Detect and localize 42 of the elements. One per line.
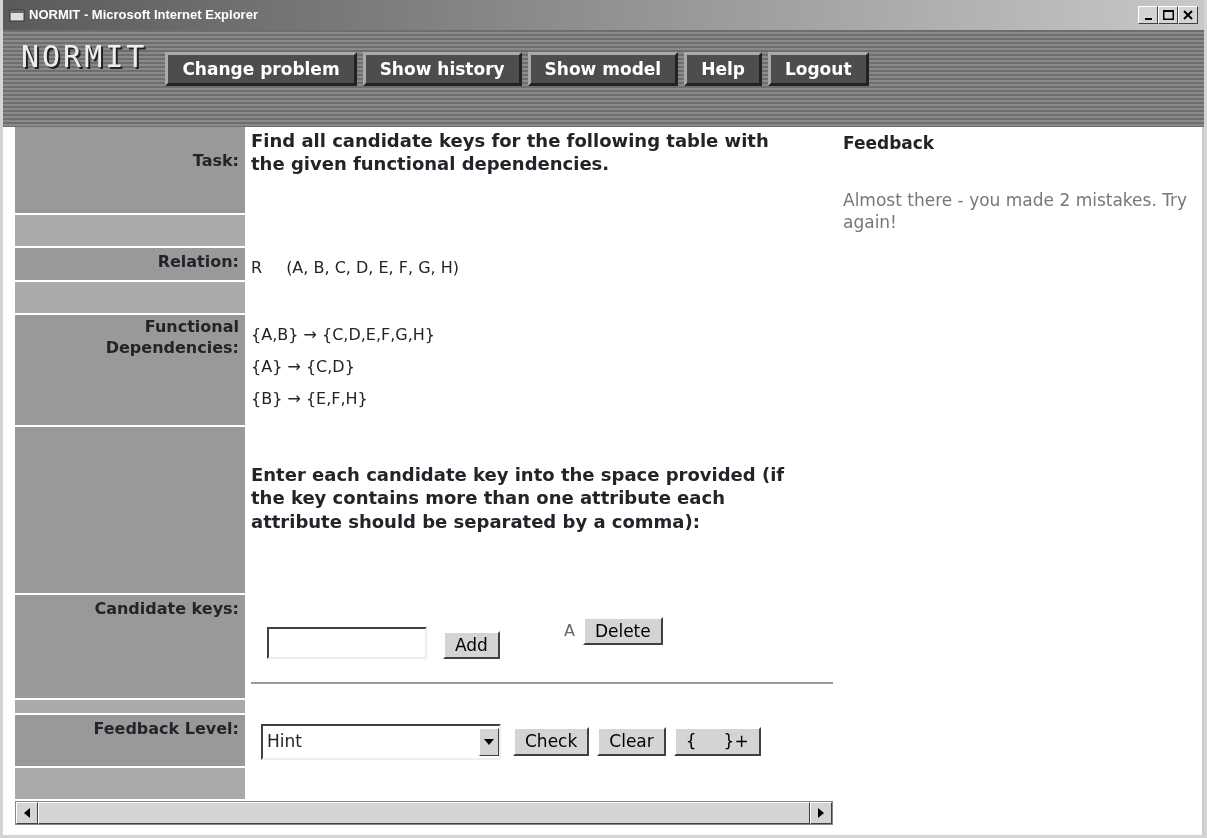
right-arrow-icon [818, 808, 824, 818]
action-button[interactable]: { }+ [673, 727, 761, 756]
maximize-button[interactable] [1158, 6, 1178, 24]
maximize-icon [1162, 10, 1174, 20]
select-field[interactable]: Hint [261, 723, 501, 760]
add-button[interactable]: Add [443, 630, 500, 659]
dropdown-icon [484, 738, 494, 745]
field-label: Functional Dependencies: [15, 315, 245, 427]
feedback-message: Almost there - you made 2 mistakes. Try again! [843, 188, 1189, 235]
task-text: Find all candidate keys for the following table with the given functional dependencies. [251, 129, 770, 176]
dependency-text: {B} → {E,F,H} [251, 388, 369, 410]
minimize-icon [1144, 18, 1152, 20]
nav-button[interactable]: Change problem [165, 52, 357, 87]
field-label: Candidate keys: [15, 595, 245, 700]
close-button[interactable] [1178, 6, 1198, 24]
dependency-text: {A} → {C,D} [251, 356, 356, 378]
field-label: Feedback Level: [15, 715, 245, 768]
action-button[interactable]: Clear [597, 727, 666, 756]
delete-button[interactable]: Delete [582, 617, 663, 646]
field-label: Task: [15, 127, 245, 215]
browser-icon [9, 7, 25, 23]
nav-button[interactable]: Logout [767, 52, 869, 87]
nav-button[interactable]: Help [684, 52, 762, 87]
relation-name: R [251, 257, 263, 279]
nav-button[interactable]: Show model [527, 52, 679, 87]
instruction-text: Enter each candidate key into the space provided (if the key contains more than one attribute each attribute should be separated by a comma): [251, 463, 786, 534]
dependency-text: {A,B} → {C,D,E,F,G,H} [251, 324, 436, 346]
field-label: Relation: [15, 248, 245, 282]
nav-button[interactable]: Show history [362, 52, 522, 87]
minimize-button[interactable] [1138, 6, 1158, 24]
input-field[interactable] [267, 627, 427, 659]
left-arrow-icon [24, 808, 30, 818]
close-icon [1183, 10, 1193, 20]
feedback-title: Feedback [843, 132, 936, 155]
scroll-right-button[interactable] [810, 802, 832, 824]
action-button[interactable]: Check [513, 727, 590, 756]
window-title: NORMIT - Microsoft Internet Explorer [29, 6, 259, 25]
select-value: Hint [267, 729, 302, 753]
scroll-left-button[interactable] [16, 802, 38, 824]
logo: NORMIT [21, 42, 148, 72]
relation-attributes: (A, B, C, D, E, F, G, H) [286, 257, 459, 279]
key-value: A [563, 620, 575, 643]
